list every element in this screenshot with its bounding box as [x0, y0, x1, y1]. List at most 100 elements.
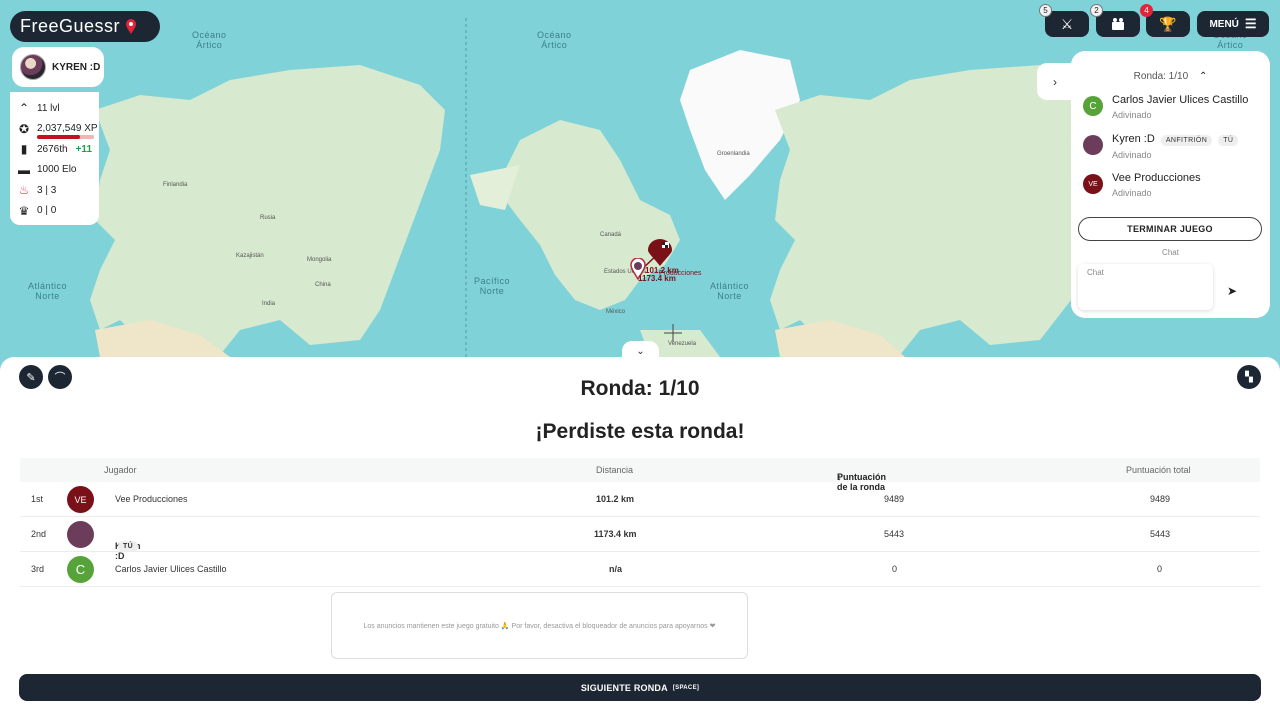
col-total-score[interactable]: Puntuación total [1126, 465, 1191, 475]
map-label-greenland: Groenlandia [717, 151, 750, 157]
stat-wins: ♛ 0 | 0 [17, 201, 99, 222]
party-badge: 2 [1090, 4, 1103, 17]
end-game-button[interactable]: TERMINAR JUEGO [1078, 217, 1262, 241]
player-status: Adivinado [1112, 188, 1152, 198]
stat-rank: ▮ 2676th +11 [17, 139, 99, 160]
battle-button[interactable]: 5 ⚔ [1039, 4, 1089, 37]
level-value: 11 lvl [37, 102, 60, 114]
row-distance: 101.2 km [596, 494, 635, 504]
wins-value: 0 | 0 [37, 205, 57, 217]
collapse-panel-button[interactable]: › [1037, 63, 1073, 100]
player-avatar: VE [1083, 174, 1103, 194]
room-player-item[interactable]: VE Vee Producciones Adivinado [1083, 172, 1201, 198]
ad-text: Los anuncios mantienen este juego gratui… [363, 622, 716, 630]
trophy-small-icon: ♛ [18, 203, 30, 218]
table-row: 1st VE Vee Producciones 101.2 km 9489 94… [20, 482, 1260, 517]
host-tag: ANFITRIÓN [1160, 135, 1213, 146]
chevron-right-icon: › [1053, 74, 1057, 89]
row-avatar [67, 521, 94, 548]
flame-icon: ♨ [18, 183, 30, 198]
stat-level: ⌃ 11 lvl [17, 98, 99, 119]
streak-value: 3 | 3 [37, 184, 57, 196]
round-result-panel: ✎ ⌒ ▚ Ronda: 1/10 ¡Perdiste esta ronda! … [0, 357, 1280, 720]
player-avatar: C [1083, 96, 1103, 116]
elo-icon: ▬ [18, 162, 30, 177]
party-button[interactable]: 2 [1090, 4, 1140, 37]
row-round-score: 5443 [884, 529, 905, 539]
table-row: 3rd C Carlos Javier Ulices Castillo n/a … [20, 552, 1260, 587]
table-row: 2nd Kyren :D TÚ 1173.4 km 5443 5443 [20, 517, 1260, 561]
bar-chart-icon: ▮ [20, 142, 28, 157]
rank-value: 2676th [37, 143, 68, 155]
star-icon: ✪ [18, 121, 30, 136]
level-chevron-icon: ⌃ [18, 101, 30, 116]
opponent-guess-marker-icon[interactable] [647, 239, 673, 267]
row-total-score: 9489 [1150, 494, 1171, 504]
map-pin-icon [126, 18, 137, 34]
row-avatar: C [67, 556, 94, 583]
send-icon[interactable]: ➤ [1227, 284, 1237, 298]
chevron-down-icon: ⌄ [636, 345, 645, 357]
app-logo[interactable]: FreeGuessr [10, 11, 160, 42]
round-title: Ronda: 1/10 [580, 377, 700, 400]
stat-elo: ▬ 1000 Elo [17, 160, 99, 181]
row-place: 2nd [31, 529, 47, 539]
map-label-arctic-mid: Océano Ártico [537, 30, 572, 50]
map-label-china: China [315, 282, 331, 288]
row-distance: n/a [609, 564, 623, 574]
you-tag: TÚ [118, 541, 139, 552]
chat-title: Chat [1162, 248, 1179, 257]
map-label-pacific: Pacífico Norte [474, 276, 511, 296]
col-distance[interactable]: Distancia [596, 465, 633, 475]
map-label-venezuela: Venezuela [668, 341, 697, 347]
map-label-india: India [262, 301, 276, 307]
player-name: Vee Producciones [1112, 172, 1201, 184]
you-tag: TÚ [1218, 135, 1239, 146]
round-outcome: ¡Perdiste esta ronda! [535, 420, 745, 443]
room-player-item[interactable]: C Carlos Javier Ulices Castillo Adivinad… [1083, 94, 1248, 120]
map-guess-name-label: Producciones [659, 270, 702, 277]
hamburger-icon: ☰ [1244, 16, 1257, 31]
player-name: Kyren :D [1112, 133, 1155, 145]
row-total-score: 5443 [1150, 529, 1171, 539]
ad-placeholder: Los anuncios mantienen este juego gratui… [331, 592, 748, 659]
player-avatar [1083, 135, 1103, 155]
trophy-icon: 🏆 [1159, 15, 1177, 32]
sort-arrow-down-icon: ↓ [837, 472, 842, 482]
room-player-item[interactable]: Kyren :D ANFITRIÓN TÚ Adivinado [1083, 133, 1239, 160]
map-label-arctic-left: Océano Ártico [192, 30, 227, 50]
xp-value: 2,037,549 XP [37, 123, 98, 135]
xp-progress-bar [37, 135, 94, 139]
elo-value: 1000 Elo [37, 164, 77, 176]
map-label-atlantic-left: Atlántico Norte [28, 281, 68, 301]
row-place: 3rd [31, 564, 45, 574]
player-name: Carlos Javier Ulices Castillo [1112, 94, 1249, 106]
row-avatar: VE [67, 486, 94, 513]
stat-streak: ♨ 3 | 3 [17, 180, 99, 201]
app-logo-text: FreeGuessr [20, 16, 121, 36]
row-place: 1st [31, 494, 44, 504]
results-table-header: Jugador Distancia Puntuación de la ronda… [20, 458, 1260, 492]
party-icon [1112, 18, 1124, 30]
rank-change: +11 [75, 143, 93, 155]
map-label-finland: Finlandia [163, 182, 188, 188]
player-status: Adivinado [1112, 150, 1152, 160]
profile-card[interactable]: KYREN :D [12, 47, 104, 87]
menu-button[interactable]: MENÚ ☰ [1197, 11, 1269, 37]
map-label-canada: Canadá [600, 232, 622, 238]
row-player-name: Vee Producciones [115, 494, 188, 504]
profile-stats: ⌃ 11 lvl ✪ 2,037,549 XP ▮ 2676th +11 ▬ 1… [10, 92, 99, 225]
avatar [20, 54, 46, 80]
col-player: Jugador [104, 465, 137, 475]
row-round-score: 0 [892, 564, 898, 574]
battle-badge: 5 [1039, 4, 1052, 17]
map-label-mongolia: Mongolia [307, 257, 332, 263]
room-round-header[interactable]: Ronda: 1/10 ⌃ [1071, 71, 1270, 82]
chat-input[interactable]: Chat [1078, 264, 1213, 310]
row-distance: 1173.4 km [594, 529, 637, 539]
map-label-atlantic-mid: Atlántico Norte [710, 281, 750, 301]
leaderboard-button[interactable]: 4 🏆 [1140, 4, 1190, 37]
next-round-shortcut: [SPACE] [672, 684, 700, 691]
next-round-button[interactable]: SIGUIENTE RONDA [SPACE] [19, 674, 1261, 701]
row-round-score: 9489 [884, 494, 905, 504]
